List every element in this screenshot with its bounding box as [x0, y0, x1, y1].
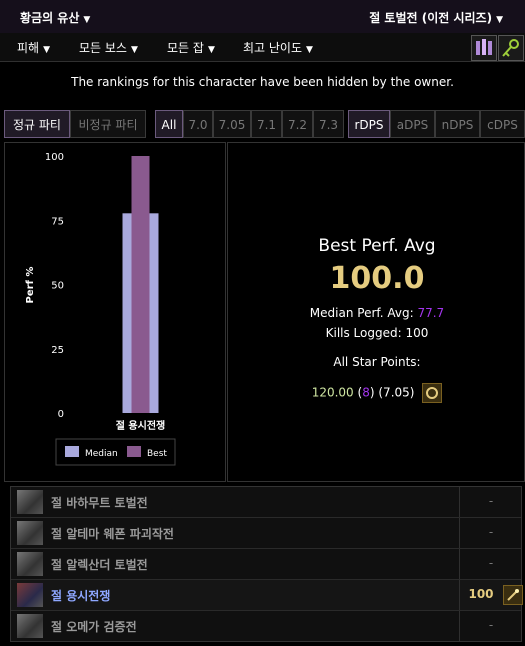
wand-icon[interactable]	[503, 585, 523, 605]
encounter-name: 절 오메가 검증전	[51, 620, 137, 634]
y-tick-label: 100	[45, 152, 64, 163]
legend-label: Median	[85, 449, 118, 459]
key-icon	[502, 39, 519, 57]
list-item[interactable]: 절 바하무트 토벌전 -	[11, 487, 521, 518]
encounter-name: 절 용시전쟁	[51, 589, 111, 603]
x-tick-label: 절 용시전쟁	[116, 419, 165, 432]
encounter-list: 절 바하무트 토벌전 - 절 알테마 웨폰 파괴작전 - 절 알렉산더 토벌전 …	[10, 486, 523, 642]
tab-patch-7-1[interactable]: 7.1	[251, 110, 282, 138]
encounter-name: 절 바하무트 토벌전	[51, 496, 148, 510]
y-tick-label: 50	[51, 281, 64, 292]
encounter-name: 절 알렉산더 토벌전	[51, 558, 148, 572]
y-tick-label: 0	[58, 409, 64, 420]
encounter-thumbnail	[17, 552, 43, 576]
chevron-down-icon: ▼	[130, 45, 138, 55]
nav-item-damage[interactable]: 피해 ▼	[17, 39, 50, 56]
tab-metric-ndps[interactable]: nDPS	[435, 110, 480, 138]
top-bar: 황금의 유산 ▼ 절 토벌전 (이전 시리즈) ▼	[0, 0, 525, 34]
encounter-thumbnail	[17, 521, 43, 545]
filter-nav: 피해 ▼ 모든 보스 ▼ 모든 잡 ▼ 최고 난이도 ▼	[0, 33, 525, 62]
y-tick-label: 25	[51, 345, 64, 356]
encounter-score: 100	[468, 587, 494, 601]
list-item[interactable]: 절 용시전쟁 100	[11, 580, 523, 611]
legend-swatch	[127, 446, 141, 457]
best-perf-label: Best Perf. Avg	[318, 236, 436, 256]
nav-item-all-jobs[interactable]: 모든 잡 ▼	[167, 39, 215, 56]
encounter-selector[interactable]: 절 토벌전 (이전 시리즈) ▼	[369, 9, 503, 26]
encounter-thumbnail	[17, 583, 43, 607]
encounter-name: 절 알테마 웨폰 파괴작전	[51, 527, 174, 541]
tab-patch-all[interactable]: All	[155, 110, 183, 138]
chevron-down-icon: ▼	[207, 45, 215, 55]
key-icon-button[interactable]	[498, 35, 524, 61]
encounter-thumbnail	[17, 614, 43, 638]
perf-chart-panel: 100 75 50 25 0 Perf % 절 용시전쟁 Median Best	[4, 142, 226, 482]
nav-item-label: 최고 난이도	[243, 41, 303, 55]
kills-label: Kills Logged:	[325, 326, 402, 340]
chevron-down-icon: ▼	[306, 45, 313, 55]
hidden-notice: The rankings for this character have bee…	[71, 75, 454, 89]
tab-patch-7-05[interactable]: 7.05	[213, 110, 251, 138]
asp-label: All Star Points:	[333, 355, 421, 369]
bar-best	[131, 156, 150, 413]
stats-panel: Best Perf. Avg 100.0 Median Perf. Avg: 7…	[227, 142, 525, 482]
asp-rank-close: )	[369, 385, 375, 400]
tab-metric-rdps[interactable]: rDPS	[348, 110, 390, 138]
perf-chart: 100 75 50 25 0 Perf % 절 용시전쟁 Median Best	[25, 152, 176, 466]
encounter-selector-label: 절 토벌전 (이전 시리즈)	[369, 11, 493, 25]
y-tick-label: 75	[51, 216, 64, 227]
nav-item-all-bosses[interactable]: 모든 보스 ▼	[79, 39, 138, 56]
chevron-down-icon: ▼	[496, 15, 503, 25]
median-perf-value: 77.7	[417, 306, 445, 320]
nav-item-label: 피해	[17, 41, 40, 55]
party-icon-button[interactable]	[471, 35, 497, 61]
y-axis-label: Perf %	[25, 267, 36, 304]
tab-normal-party[interactable]: 정규 파티	[4, 110, 70, 138]
tab-metric-adps[interactable]: aDPS	[390, 110, 435, 138]
legend-swatch	[65, 446, 79, 457]
tab-patch-7-3[interactable]: 7.3	[313, 110, 344, 138]
median-perf-label: Median Perf. Avg:	[309, 306, 414, 320]
nav-item-difficulty[interactable]: 최고 난이도 ▼	[243, 39, 313, 56]
asp-medal-icon[interactable]	[422, 383, 443, 403]
asp-points: 120.00	[311, 385, 354, 400]
encounter-score: -	[488, 525, 494, 539]
legend-label: Best	[147, 449, 167, 459]
encounter-thumbnail	[17, 490, 43, 514]
chevron-down-icon: ▼	[83, 15, 91, 25]
tab-patch-7-0[interactable]: 7.0	[183, 110, 213, 138]
tab-patch-7-2[interactable]: 7.2	[282, 110, 313, 138]
tab-metric-cdps[interactable]: cDPS	[480, 110, 525, 138]
list-item[interactable]: 절 알렉산더 토벌전 -	[11, 549, 521, 580]
nav-item-label: 모든 잡	[167, 41, 204, 55]
encounter-score: -	[488, 494, 494, 508]
encounter-score: -	[488, 556, 494, 570]
zone-label: 황금의 유산	[20, 11, 80, 25]
tab-irregular-party[interactable]: 비정규 파티	[70, 110, 146, 138]
asp-patch: (7.05)	[378, 385, 415, 400]
encounter-score: -	[488, 618, 494, 632]
best-perf-value: 100.0	[329, 261, 425, 296]
party-icon	[476, 39, 492, 55]
kills-value: 100	[405, 326, 429, 340]
list-item[interactable]: 절 알테마 웨폰 파괴작전 -	[11, 518, 521, 549]
asp-rank: 8	[362, 385, 370, 400]
list-item[interactable]: 절 오메가 검증전 -	[11, 611, 521, 641]
zone-selector[interactable]: 황금의 유산 ▼	[20, 9, 90, 26]
nav-item-label: 모든 보스	[79, 41, 127, 55]
chevron-down-icon: ▼	[43, 45, 51, 55]
